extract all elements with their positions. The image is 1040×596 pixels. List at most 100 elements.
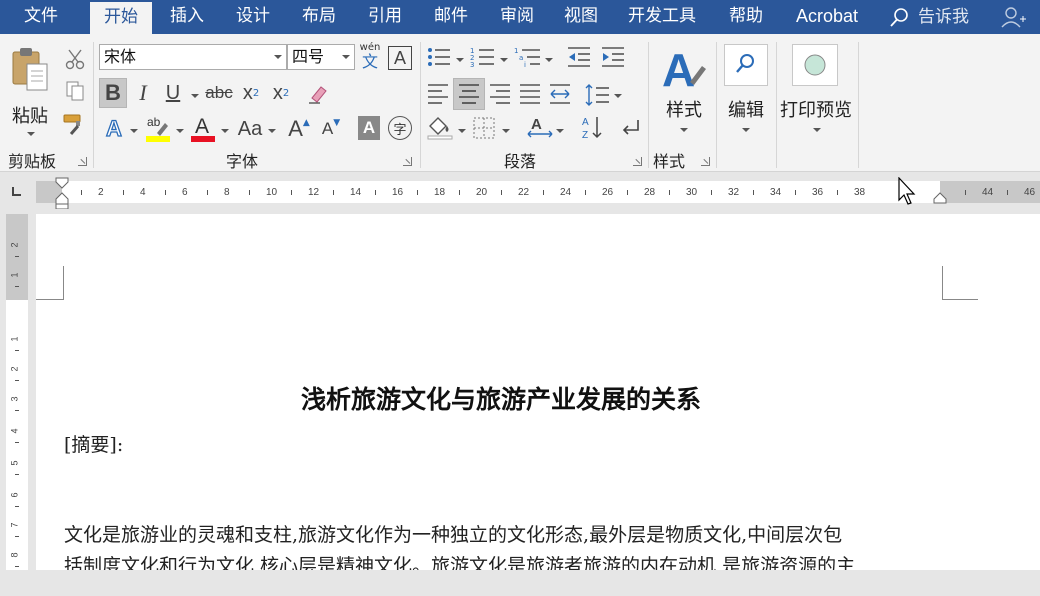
phonetic-guide-button[interactable]: wén 文 (357, 42, 383, 72)
tab-references[interactable]: 引用 (356, 0, 414, 34)
superscript-glyph: x (272, 81, 283, 104)
bullets-icon[interactable] (426, 46, 452, 68)
editing-button[interactable]: 编辑 (722, 40, 770, 144)
tab-insert[interactable]: 插入 (158, 0, 216, 34)
superscript-button[interactable]: x2 (268, 78, 294, 108)
format-painter-icon[interactable] (62, 112, 88, 136)
tab-acrobat[interactable]: Acrobat (784, 0, 870, 34)
change-case-dropdown-icon[interactable] (268, 129, 276, 133)
cut-icon[interactable] (64, 48, 86, 70)
grow-font-button[interactable]: A ▲ (286, 114, 312, 144)
sort-icon[interactable]: AZ (580, 114, 604, 142)
ruler-tick (207, 190, 208, 195)
svg-text:A: A (582, 117, 589, 128)
first-line-indent-marker[interactable] (55, 177, 69, 209)
chinese-layout-icon[interactable]: A (526, 114, 554, 140)
vruler-label: 5 (9, 460, 20, 466)
align-center-icon (459, 84, 479, 104)
vruler-label: 4 (9, 428, 20, 434)
font-launcher-icon[interactable] (403, 157, 412, 166)
vruler-tick (15, 410, 19, 411)
clear-formatting-icon[interactable] (306, 82, 330, 106)
align-right-icon[interactable] (488, 82, 512, 106)
italic-button[interactable]: I (131, 78, 155, 108)
enclose-characters-button[interactable]: 字 (388, 116, 412, 140)
tab-selector-icon[interactable] (12, 187, 21, 196)
ruler-label: 18 (434, 187, 446, 198)
tab-review[interactable]: 审阅 (488, 0, 546, 34)
print-preview-button[interactable]: 打印预览 (780, 40, 856, 144)
clipboard-launcher-icon[interactable] (78, 157, 87, 166)
shrink-font-button[interactable]: A ▼ (318, 114, 344, 144)
multilevel-dropdown-icon[interactable] (545, 58, 553, 62)
highlight-dropdown-icon[interactable] (176, 129, 184, 133)
abstract-label[interactable]: [摘要]: (64, 430, 123, 457)
distributed-icon[interactable] (548, 82, 572, 106)
share-user-icon[interactable] (1000, 5, 1026, 29)
subscript-button[interactable]: x2 (238, 78, 264, 108)
ribbon-home: 粘贴 剪贴板 宋体 四号 wén 文 A B I U abc x 2 x 2 A… (0, 34, 1040, 172)
align-center-button[interactable] (453, 78, 485, 110)
tab-file[interactable]: 文件 (8, 0, 74, 34)
right-indent-marker[interactable] (933, 191, 947, 205)
document-body[interactable]: 文化是旅游业的灵魂和支柱,旅游文化作为一种独立的文化形态,最外层是物质文化,中间… (64, 520, 944, 570)
phonetic-char: 文 (361, 52, 378, 71)
document-page[interactable]: 浅析旅游文化与旅游产业发展的关系 [摘要]: 文化是旅游业的灵魂和支柱,旅游文化… (36, 214, 1040, 570)
borders-icon[interactable] (472, 116, 496, 140)
line-spacing-icon[interactable] (584, 82, 610, 108)
tab-layout[interactable]: 布局 (290, 0, 348, 34)
underline-button[interactable]: U (160, 78, 186, 108)
text-effects-button[interactable]: A (100, 114, 128, 144)
bold-glyph: B (105, 80, 121, 105)
paragraph-launcher-icon[interactable] (633, 157, 642, 166)
borders-dropdown-icon[interactable] (502, 129, 510, 133)
decrease-indent-icon[interactable] (566, 46, 592, 68)
tab-design[interactable]: 设计 (224, 0, 282, 34)
tab-mailings[interactable]: 邮件 (422, 0, 480, 34)
styles-launcher-icon[interactable] (701, 157, 710, 166)
highlight-button[interactable]: ab (143, 112, 173, 144)
vruler-label: 2 (9, 366, 20, 372)
justify-icon[interactable] (518, 82, 542, 106)
font-size-combo[interactable]: 四号 (287, 44, 355, 70)
font-name-combo[interactable]: 宋体 (99, 44, 287, 70)
text-effects-dropdown-icon[interactable] (130, 129, 138, 133)
horizontal-ruler[interactable]: 2 4 6 8 10 12 14 16 18 20 22 24 26 28 30 32 34 36 38 44 46 (36, 177, 1040, 209)
numbering-icon[interactable]: 123 (470, 46, 496, 68)
ruler-tick (333, 190, 334, 195)
show-marks-icon[interactable] (618, 116, 642, 140)
line-spacing-dropdown-icon[interactable] (614, 94, 622, 98)
change-case-button[interactable]: Aa (233, 114, 267, 144)
font-color-dropdown-icon[interactable] (221, 129, 229, 133)
multilevel-list-icon[interactable]: 1ai (514, 46, 542, 68)
font-color-button[interactable]: A (188, 112, 218, 144)
shading-dropdown-icon[interactable] (458, 129, 466, 133)
styles-button[interactable]: A 样式 (656, 40, 712, 144)
character-border-glyph: A (393, 47, 406, 68)
numbering-dropdown-icon[interactable] (500, 58, 508, 62)
tab-developer[interactable]: 开发工具 (618, 0, 706, 34)
svg-text:A: A (662, 44, 695, 94)
strikethrough-button[interactable]: abc (204, 78, 234, 108)
paste-label: 粘贴 (12, 106, 48, 127)
character-shading-button[interactable]: A (358, 116, 380, 140)
vruler-tick (15, 474, 19, 475)
increase-indent-icon[interactable] (600, 46, 626, 68)
copy-icon[interactable] (64, 80, 86, 102)
vertical-ruler[interactable]: 2 1 1 2 3 4 5 6 7 8 (6, 214, 28, 570)
underline-dropdown-icon[interactable] (191, 94, 199, 98)
tab-help[interactable]: 帮助 (718, 0, 774, 34)
chinese-layout-dropdown-icon[interactable] (556, 129, 564, 133)
shading-icon[interactable] (426, 114, 454, 140)
document-title[interactable]: 浅析旅游文化与旅游产业发展的关系 (36, 380, 966, 416)
align-left-icon[interactable] (426, 82, 450, 106)
character-border-button[interactable]: A (388, 46, 412, 70)
styles-label: 样式 (666, 100, 702, 121)
bold-button[interactable]: B (99, 78, 127, 108)
tab-home[interactable]: 开始 (90, 2, 152, 34)
paste-button[interactable]: 粘贴 (6, 42, 56, 140)
tab-view[interactable]: 视图 (552, 0, 610, 34)
ribbon-tab-bar: 文件 开始 插入 设计 布局 引用 邮件 审阅 视图 开发工具 帮助 Acrob… (0, 0, 1040, 34)
bullets-dropdown-icon[interactable] (456, 58, 464, 62)
ruler-label: 36 (812, 187, 824, 198)
